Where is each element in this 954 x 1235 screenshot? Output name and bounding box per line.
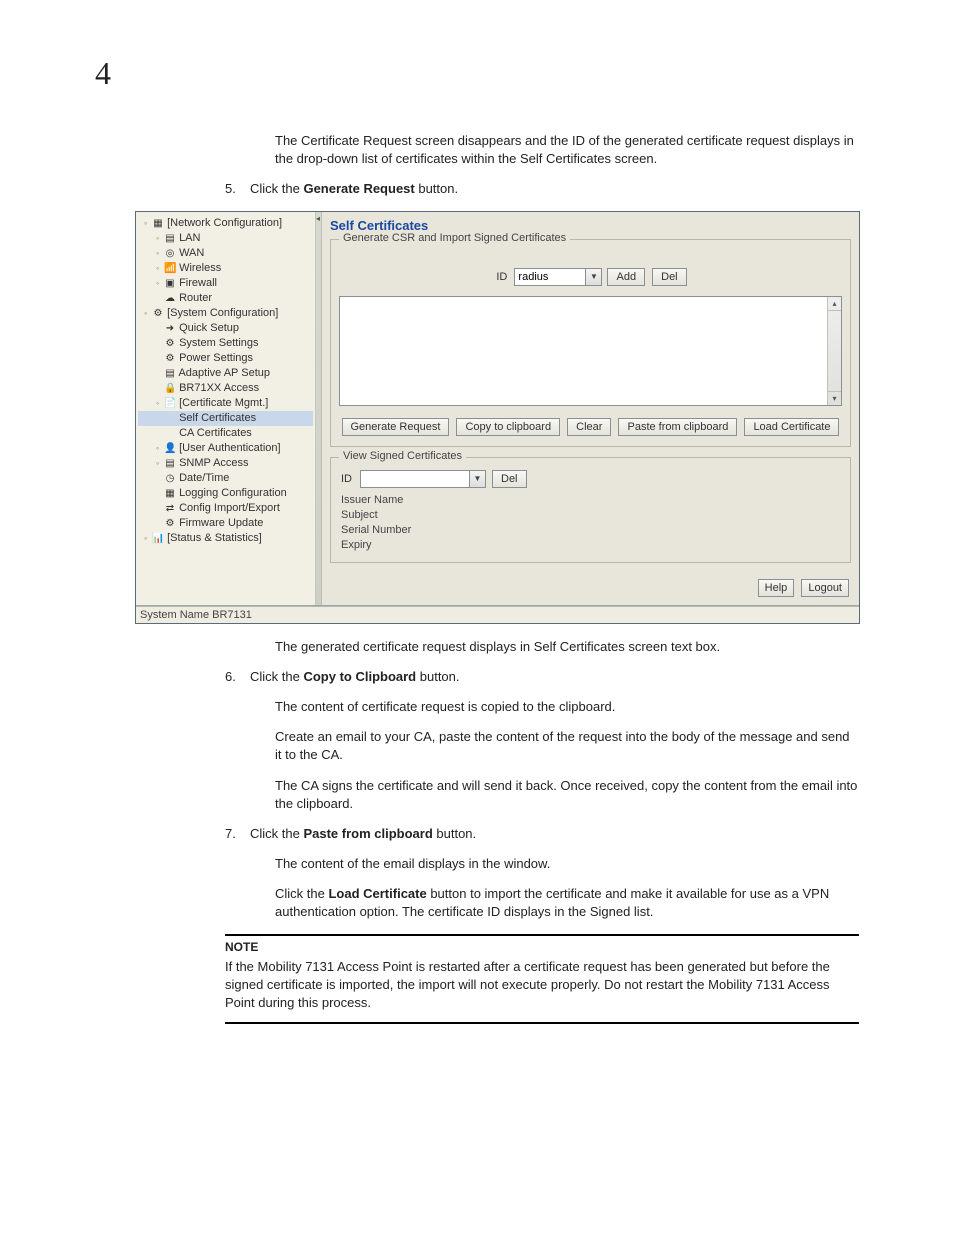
tree-item-system-settings[interactable]: System Settings <box>179 337 258 349</box>
network-icon: ▦ <box>152 216 164 231</box>
paragraph: The CA signs the certificate and will se… <box>275 777 859 813</box>
step-text: Click the Paste from clipboard button. <box>250 825 859 843</box>
tree-item-status[interactable]: [Status & Statistics] <box>167 532 262 544</box>
generate-csr-fieldset: Generate CSR and Import Signed Certifica… <box>330 239 851 447</box>
paragraph: The content of the email displays in the… <box>275 855 859 873</box>
router-icon: ☁ <box>164 291 176 306</box>
signed-delete-button[interactable]: Del <box>492 470 527 488</box>
id-label: ID <box>496 271 507 283</box>
serial-number-label: Serial Number <box>341 524 842 536</box>
paste-clipboard-button[interactable]: Paste from clipboard <box>618 418 737 436</box>
scrollbar[interactable]: ▴ ▾ <box>827 297 841 405</box>
tree-item-router[interactable]: Router <box>179 292 212 304</box>
id-input[interactable] <box>514 268 586 286</box>
status-bar: System Name BR7131 <box>136 606 859 623</box>
step-text: Click the Copy to Clipboard button. <box>250 668 859 686</box>
status-icon: 📊 <box>152 531 164 546</box>
note-body: If the Mobility 7131 Access Point is res… <box>225 958 859 1013</box>
load-certificate-button[interactable]: Load Certificate <box>744 418 839 436</box>
paragraph: Create an email to your CA, paste the co… <box>275 728 859 764</box>
wireless-icon: 📶 <box>164 261 176 276</box>
system-settings-icon: ⚙ <box>164 336 176 351</box>
panel-title: Self Certificates <box>330 218 851 233</box>
tree-item-power-settings[interactable]: Power Settings <box>179 352 253 364</box>
signed-id-input[interactable] <box>360 470 470 488</box>
fieldset-legend: Generate CSR and Import Signed Certifica… <box>339 232 570 244</box>
copy-clipboard-button[interactable]: Copy to clipboard <box>456 418 560 436</box>
csr-textarea[interactable]: ▴ ▾ <box>339 296 842 406</box>
wan-icon: ◎ <box>164 246 176 261</box>
tree-item-lan[interactable]: LAN <box>179 232 200 244</box>
quick-setup-icon: ➜ <box>164 321 176 336</box>
adaptive-ap-icon: ▤ <box>164 366 176 381</box>
tree-item-wireless[interactable]: Wireless <box>179 262 221 274</box>
collapse-arrow-icon: ◂ <box>316 214 320 223</box>
tree-item-logging[interactable]: Logging Configuration <box>179 487 287 499</box>
chevron-down-icon[interactable]: ▼ <box>586 268 602 286</box>
pane-divider[interactable]: ◂ <box>316 212 322 605</box>
scroll-down-icon[interactable]: ▾ <box>828 391 841 405</box>
main-panel: Self Certificates Generate CSR and Impor… <box>322 212 859 605</box>
tree-item-network-config[interactable]: [Network Configuration] <box>167 217 282 229</box>
tree-item-system-config[interactable]: [System Configuration] <box>167 307 278 319</box>
tree-item-br71xx[interactable]: BR71XX Access <box>179 382 259 394</box>
snmp-icon: ▤ <box>164 456 176 471</box>
step-number: 7. <box>225 825 250 843</box>
paragraph: The content of certificate request is co… <box>275 698 859 716</box>
issuer-name-label: Issuer Name <box>341 494 842 506</box>
delete-button[interactable]: Del <box>652 268 687 286</box>
tree-item-wan[interactable]: WAN <box>179 247 204 259</box>
expiry-label: Expiry <box>341 539 842 551</box>
scroll-up-icon[interactable]: ▴ <box>828 297 841 311</box>
nav-tree[interactable]: ◦▦ [Network Configuration] ◦▤ LAN ◦◎ WAN… <box>136 212 316 605</box>
tree-item-firewall[interactable]: Firewall <box>179 277 217 289</box>
power-settings-icon: ⚙ <box>164 351 176 366</box>
subject-label: Subject <box>341 509 842 521</box>
cert-mgmt-icon: 📄 <box>164 396 176 411</box>
paragraph: The Certificate Request screen disappear… <box>275 132 859 168</box>
step-number: 6. <box>225 668 250 686</box>
paragraph: The generated certificate request displa… <box>275 638 859 656</box>
clock-icon: ◷ <box>164 471 176 486</box>
generate-request-button[interactable]: Generate Request <box>342 418 450 436</box>
app-screenshot: ◦▦ [Network Configuration] ◦▤ LAN ◦◎ WAN… <box>135 211 860 624</box>
tree-item-user-auth[interactable]: [User Authentication] <box>179 442 281 454</box>
lan-icon: ▤ <box>164 231 176 246</box>
clear-button[interactable]: Clear <box>567 418 611 436</box>
fieldset-legend: View Signed Certificates <box>339 450 466 462</box>
help-button[interactable]: Help <box>758 579 795 597</box>
tree-item-ca-certs[interactable]: CA Certificates <box>179 427 252 439</box>
system-config-icon: ⚙ <box>152 306 164 321</box>
id-combobox[interactable]: ▼ <box>514 268 602 286</box>
user-auth-icon: 👤 <box>164 441 176 456</box>
signed-id-label: ID <box>341 473 352 485</box>
access-icon: 🔒 <box>164 381 176 396</box>
note-divider <box>225 1022 859 1024</box>
view-signed-fieldset: View Signed Certificates ID ▼ Del Issuer… <box>330 457 851 563</box>
tree-item-quick-setup[interactable]: Quick Setup <box>179 322 239 334</box>
tree-item-firmware[interactable]: Firmware Update <box>179 517 263 529</box>
tree-item-config-import[interactable]: Config Import/Export <box>179 502 280 514</box>
logging-icon: ▦ <box>164 486 176 501</box>
paragraph: Click the Load Certificate button to imp… <box>275 885 859 921</box>
tree-item-self-certs[interactable]: Self Certificates <box>179 412 256 424</box>
page-number: 4 <box>95 55 859 92</box>
tree-item-datetime[interactable]: Date/Time <box>179 472 229 484</box>
signed-id-combobox[interactable]: ▼ <box>360 470 486 488</box>
logout-button[interactable]: Logout <box>801 579 849 597</box>
tree-item-cert-mgmt[interactable]: [Certificate Mgmt.] <box>179 397 268 409</box>
add-button[interactable]: Add <box>607 268 645 286</box>
note-divider <box>225 934 859 936</box>
note-heading: NOTE <box>225 940 859 954</box>
firewall-icon: ▣ <box>164 276 176 291</box>
tree-item-snmp[interactable]: SNMP Access <box>179 457 249 469</box>
tree-item-adaptive-ap[interactable]: Adaptive AP Setup <box>178 367 270 379</box>
step-text: Click the Generate Request button. <box>250 180 859 198</box>
firmware-icon: ⚙ <box>164 516 176 531</box>
chevron-down-icon[interactable]: ▼ <box>470 470 486 488</box>
step-number: 5. <box>225 180 250 198</box>
import-export-icon: ⇄ <box>164 501 176 516</box>
